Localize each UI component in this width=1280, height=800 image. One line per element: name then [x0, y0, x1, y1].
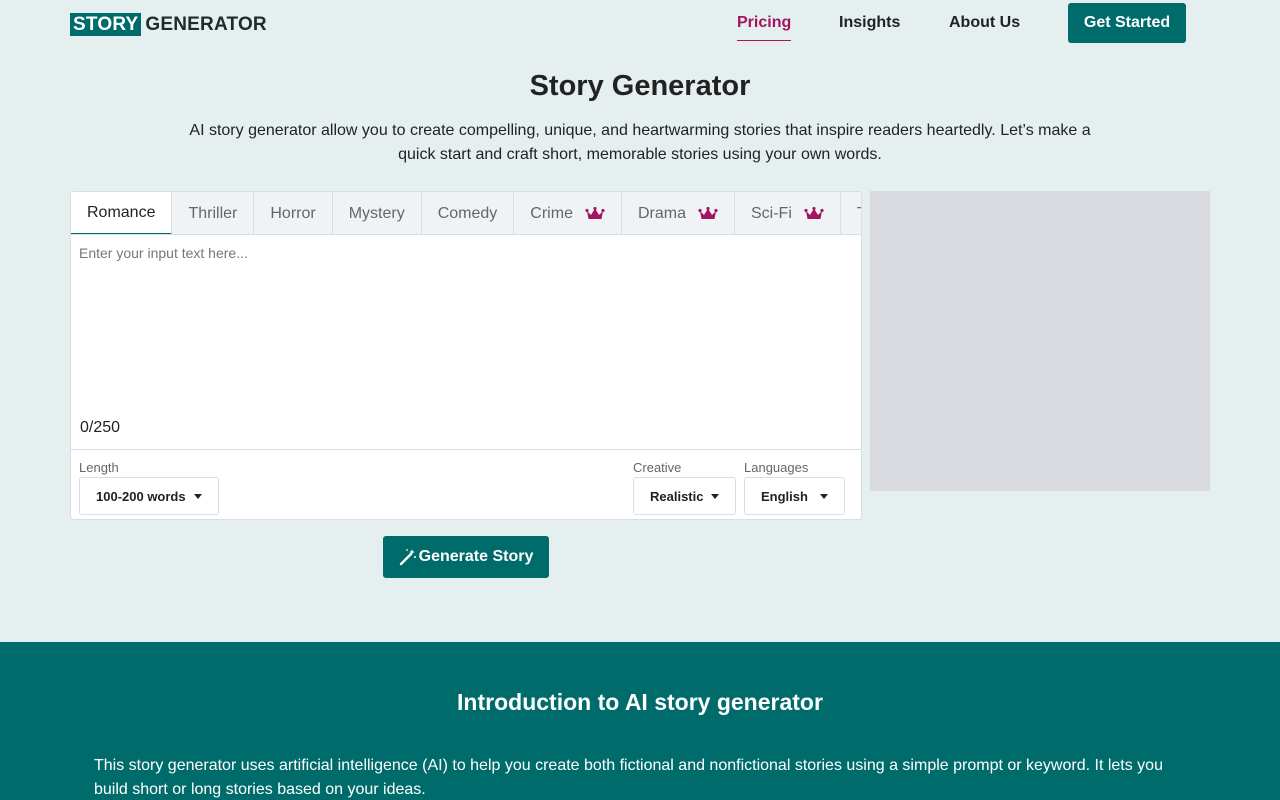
tab-label: Mystery [348, 204, 405, 222]
story-input[interactable] [71, 235, 861, 449]
length-value: 100-200 words [96, 488, 186, 504]
languages-select[interactable]: English [744, 477, 845, 515]
languages-label: Languages [744, 460, 809, 475]
nav-about-us[interactable]: About Us [949, 14, 1020, 32]
magic-wand-icon [399, 549, 416, 566]
tab-thriller[interactable]: Thriller [172, 192, 255, 234]
crown-icon [804, 206, 824, 219]
chevron-down-icon [194, 494, 202, 499]
creative-label: Creative [633, 460, 682, 475]
tab-romance[interactable]: Romance [71, 192, 173, 234]
ad-placeholder [870, 191, 1210, 491]
character-counter: 0/250 [80, 419, 121, 436]
tab-drama[interactable]: Drama [622, 192, 735, 234]
logo-box: STORY [70, 13, 142, 36]
tab-horror[interactable]: Horror [254, 192, 333, 234]
tab-label: Sci-Fi [750, 204, 792, 222]
chevron-down-icon [711, 494, 719, 499]
crown-icon [698, 206, 718, 219]
story-generator-card: Romance Thriller Horror Mystery Comedy Crime D… [70, 191, 862, 520]
tab-label: T [857, 205, 861, 223]
tab-label: Comedy [437, 204, 498, 222]
tab-crime[interactable]: Crime [514, 192, 622, 234]
length-select[interactable]: 100-200 words [79, 477, 219, 515]
tab-comedy[interactable]: Comedy [422, 192, 515, 234]
intro-title: Introduction to AI story generator [457, 689, 823, 715]
get-started-button[interactable]: Get Started [1068, 3, 1186, 43]
tab-label: Horror [270, 204, 316, 222]
logo-text: GENERATOR [145, 14, 267, 35]
length-label: Length [79, 460, 119, 475]
tab-mystery[interactable]: Mystery [333, 192, 422, 234]
page-subtitle: AI story generator allow you to create c… [189, 122, 1091, 163]
genre-tabs: Romance Thriller Horror Mystery Comedy Crime D… [71, 192, 861, 235]
tab-label: Crime [530, 204, 573, 222]
languages-value: English [761, 488, 808, 504]
crown-icon [585, 206, 605, 219]
intro-section: Introduction to AI story generator This … [0, 642, 1280, 800]
site-header: STORY GENERATOR Pricing Insights About U… [0, 0, 1280, 48]
intro-text: This story generator uses artificial int… [94, 757, 1163, 798]
tab-t[interactable]: T [841, 192, 861, 234]
creative-value: Realistic [650, 488, 704, 504]
nav-pricing[interactable]: Pricing [737, 14, 792, 41]
tab-label: Thriller [188, 204, 238, 222]
creative-select[interactable]: Realistic [633, 477, 736, 515]
generate-story-label: Generate Story [418, 548, 534, 565]
page-title: Story Generator [529, 70, 751, 102]
site-logo[interactable]: STORY GENERATOR [70, 13, 267, 36]
tab-label: Drama [637, 204, 686, 222]
tab-sci-fi[interactable]: Sci-Fi [735, 192, 841, 234]
tab-label: Romance [87, 203, 156, 221]
chevron-down-icon [820, 494, 828, 499]
generate-story-button[interactable]: Generate Story [383, 536, 549, 578]
story-options: Length 100-200 words Creative Realistic … [71, 449, 861, 519]
nav-insights[interactable]: Insights [839, 14, 900, 32]
